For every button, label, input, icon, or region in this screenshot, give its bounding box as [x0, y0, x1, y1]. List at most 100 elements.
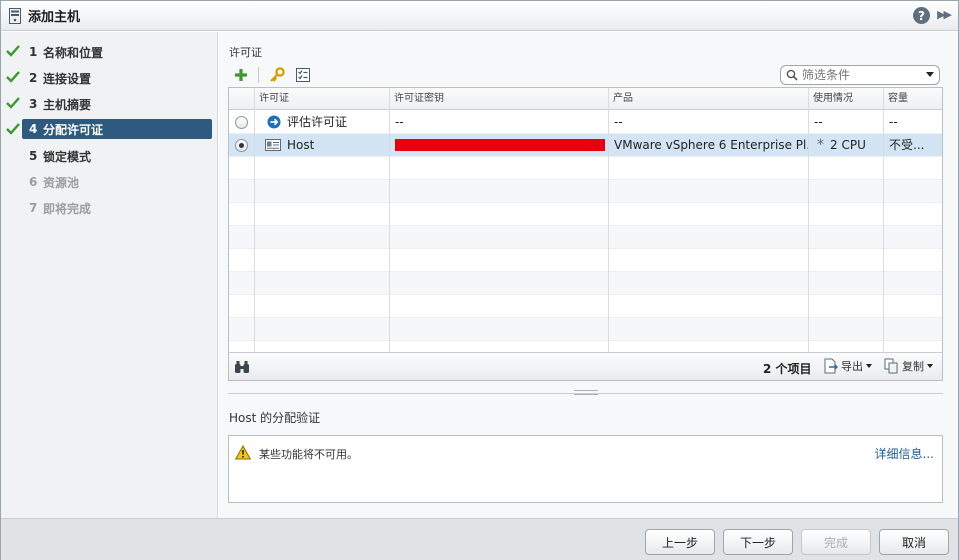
step-number: 7: [29, 201, 38, 215]
step-connection-settings[interactable]: 2 连接设置: [1, 68, 218, 88]
next-button[interactable]: 下一步: [723, 529, 793, 555]
step-resource-pool: 6 资源池: [1, 172, 218, 192]
empty-row: [229, 157, 942, 180]
step-label: 资源池: [43, 175, 80, 190]
license-toolbar: [234, 64, 311, 86]
column-header-license[interactable]: 许可证: [255, 88, 390, 110]
column-header-capacity[interactable]: 容量: [884, 88, 942, 110]
column-divider: [608, 88, 609, 380]
column-header-product[interactable]: 产品: [609, 88, 809, 110]
details-link[interactable]: 详细信息...: [875, 445, 934, 462]
license-cell: Host: [259, 134, 390, 156]
license-name: Host: [287, 138, 315, 152]
step-label: 主机摘要: [43, 97, 92, 112]
item-count: 2 个项目: [763, 362, 812, 376]
section-label: 许可证: [229, 46, 262, 59]
search-icon: [786, 69, 798, 81]
validation-panel: 某些功能将不可用。 详细信息...: [228, 435, 943, 503]
step-number: 2: [29, 71, 38, 85]
dialog-title: 添加主机: [28, 10, 81, 25]
step-number: 3: [29, 97, 38, 111]
step-number: 5: [29, 149, 38, 163]
empty-row: [229, 295, 942, 318]
step-number: 1: [29, 45, 38, 59]
capacity-cell: 不受...: [889, 138, 925, 152]
add-icon[interactable]: [234, 68, 248, 82]
column-header-license-key[interactable]: 许可证密钥: [390, 88, 609, 110]
column-divider: [389, 88, 390, 380]
step-name-location[interactable]: 1 名称和位置: [1, 42, 218, 62]
check-icon: [6, 97, 20, 109]
validation-title: Host 的分配验证: [229, 411, 321, 425]
warning-icon: [235, 445, 251, 460]
arrow-circle-icon: [267, 115, 281, 129]
export-icon: [824, 358, 838, 374]
empty-row: [229, 318, 942, 341]
step-host-summary[interactable]: 3 主机摘要: [1, 94, 218, 114]
empty-row: [229, 272, 942, 295]
column-header-select: [229, 88, 255, 110]
license-table: 许可证 许可证密钥 产品 使用情况 容量 评估许可证 -- -- -- -- H…: [228, 87, 943, 381]
row-radio[interactable]: [235, 139, 248, 152]
column-header-usage[interactable]: 使用情况: [809, 88, 884, 110]
empty-row: [229, 180, 942, 203]
table-header: 许可证 许可证密钥 产品 使用情况 容量: [229, 88, 942, 110]
check-icon: [6, 71, 20, 83]
column-divider: [808, 88, 809, 380]
column-divider: [883, 88, 884, 380]
filter-input[interactable]: [802, 68, 922, 82]
license-name: 评估许可证: [287, 115, 348, 129]
empty-row: [229, 249, 942, 272]
check-icon: [6, 45, 20, 57]
key-icon[interactable]: [269, 67, 285, 83]
checklist-icon[interactable]: [295, 67, 311, 83]
usage-cell: * 2 CPU: [809, 134, 884, 156]
dialog-footer: 上一步 下一步 完成 取消: [1, 518, 958, 560]
chevron-down-icon: [866, 364, 872, 368]
cancel-button[interactable]: 取消: [879, 529, 949, 555]
filter-input-box[interactable]: [780, 65, 940, 85]
splitter-handle[interactable]: [574, 390, 598, 395]
copy-label: 复制: [902, 360, 924, 373]
help-icon[interactable]: ?: [913, 7, 930, 24]
collapse-icon[interactable]: ▶▶: [937, 8, 952, 21]
column-divider: [254, 88, 255, 380]
step-label: 连接设置: [43, 71, 92, 86]
finish-button: 完成: [801, 529, 871, 555]
step-label: 即将完成: [43, 201, 92, 216]
license-card-icon: [265, 139, 281, 151]
product-cell: VMware vSphere 6 Enterprise Pl...: [614, 138, 809, 152]
license-cell: 评估许可证: [259, 111, 390, 133]
empty-row: [229, 203, 942, 226]
binoculars-icon[interactable]: [234, 360, 250, 374]
title-bar: 添加主机 ? ▶▶: [1, 1, 958, 31]
capacity-cell: --: [889, 115, 898, 129]
copy-button[interactable]: 复制: [884, 358, 933, 374]
license-key-cell: --: [395, 115, 404, 129]
step-lockdown-mode[interactable]: 5 锁定模式: [1, 146, 218, 166]
table-footer: 2 个项目 导出 复制: [229, 352, 942, 380]
back-button[interactable]: 上一步: [645, 529, 715, 555]
step-label: 名称和位置: [43, 45, 104, 60]
step-assign-license[interactable]: 4 分配许可证: [22, 119, 212, 139]
export-button[interactable]: 导出: [824, 358, 872, 374]
step-number: 6: [29, 175, 38, 189]
license-panel: 许可证 许可证 许可证密钥 产品 使用情况 容量: [219, 32, 958, 518]
usage-cell: --: [814, 115, 823, 129]
product-cell: --: [614, 115, 623, 129]
step-label: 锁定模式: [43, 149, 92, 164]
chevron-down-icon[interactable]: [926, 72, 934, 77]
empty-row: [229, 226, 942, 249]
step-ready-to-complete: 7 即将完成: [1, 198, 218, 218]
step-number: 4: [29, 122, 38, 136]
export-label: 导出: [841, 360, 863, 373]
table-row[interactable]: 评估许可证 -- -- -- --: [229, 111, 942, 134]
table-body: 评估许可证 -- -- -- -- Host VMware vSphere 6 …: [229, 111, 942, 341]
add-host-dialog: 添加主机 ? ▶▶ 1 名称和位置 2 连接设置 3 主机摘要 4 分配许可证 …: [0, 0, 959, 560]
usage-value: 2 CPU: [830, 138, 866, 152]
table-row[interactable]: Host VMware vSphere 6 Enterprise Pl... *…: [229, 134, 942, 157]
toolbar-divider: [258, 67, 259, 83]
row-radio[interactable]: [235, 116, 248, 129]
chevron-down-icon: [927, 364, 933, 368]
check-icon: [6, 123, 20, 135]
